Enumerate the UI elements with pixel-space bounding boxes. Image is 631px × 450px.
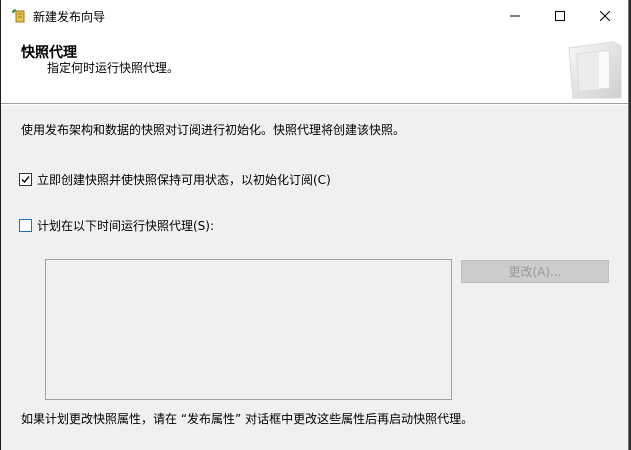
header-divider	[1, 104, 628, 105]
maximize-button[interactable]	[537, 0, 582, 32]
footer-note: 如果计划更改快照属性，请在 “发布属性” 对话框中更改这些属性后再启动快照代理。	[21, 412, 474, 426]
schedule-box	[45, 259, 452, 400]
change-schedule-button[interactable]: 更改(A)...	[461, 260, 609, 283]
maximize-icon	[554, 11, 565, 21]
close-button[interactable]	[582, 0, 627, 32]
title-bar[interactable]: 新建发布向导	[1, 0, 628, 32]
wizard-header: 快照代理 指定何时运行快照代理。	[1, 32, 628, 104]
schedule-agent-option[interactable]: 计划在以下时间运行快照代理(S):	[19, 217, 214, 234]
minimize-button[interactable]	[492, 0, 537, 32]
app-icon	[12, 9, 25, 23]
wizard-window: 新建发布向导 快照代理 指定何时运行快照代理。 使用发布架构和数据的快照对订阅进…	[0, 0, 629, 450]
close-icon	[599, 11, 610, 21]
checkmark-icon	[21, 176, 30, 184]
schedule-agent-label: 计划在以下时间运行快照代理(S):	[37, 219, 215, 233]
create-snapshot-label: 立即创建快照并使快照保持可用状态，以初始化订阅(C)	[37, 173, 331, 187]
create-snapshot-option[interactable]: 立即创建快照并使快照保持可用状态，以初始化订阅(C)	[19, 171, 331, 188]
schedule-agent-checkbox[interactable]	[19, 219, 32, 232]
page-subtitle: 指定何时运行快照代理。	[47, 61, 180, 75]
description-text: 使用发布架构和数据的快照对订阅进行初始化。快照代理将创建该快照。	[21, 123, 406, 137]
window-title: 新建发布向导	[33, 10, 106, 24]
wizard-graphic-icon	[568, 41, 622, 99]
create-snapshot-checkbox[interactable]	[19, 173, 32, 186]
minimize-icon	[509, 15, 520, 17]
